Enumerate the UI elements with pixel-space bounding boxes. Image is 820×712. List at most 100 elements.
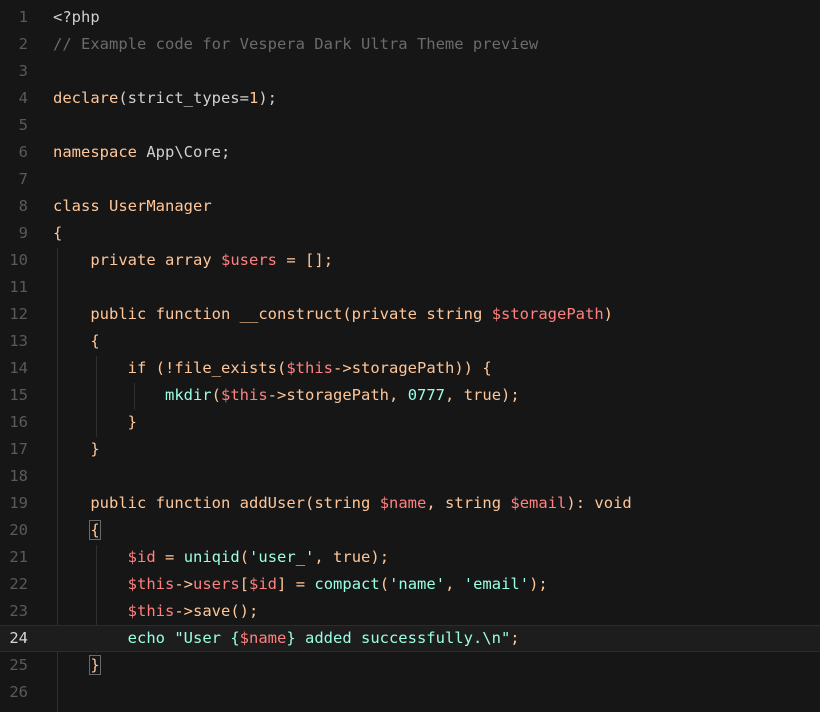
code-token: ); <box>370 548 390 566</box>
code-text: { <box>53 220 62 247</box>
code-token: $users <box>221 251 278 269</box>
code-line[interactable]: 24 echo "User {$name} added successfully… <box>0 625 820 652</box>
code-line[interactable]: 14 if (!file_exists($this->storagePath))… <box>0 355 820 382</box>
code-text: public function __construct(private stri… <box>53 301 613 328</box>
line-number: 23 <box>9 602 28 620</box>
code-token: [ <box>239 575 250 593</box>
line-number: 22 <box>9 575 28 593</box>
line-number: 7 <box>18 170 28 188</box>
code-line[interactable]: 13 { <box>0 328 820 355</box>
code-text: <?php <box>53 4 100 31</box>
code-line[interactable]: 26 <box>0 679 820 706</box>
code-line[interactable]: 16 } <box>0 409 820 436</box>
code-line[interactable]: 2 // Example code for Vespera Dark Ultra … <box>0 31 820 58</box>
code-token: true <box>463 386 502 404</box>
code-line[interactable]: 11 <box>0 274 820 301</box>
line-number: 5 <box>18 116 28 134</box>
code-token: mkdir <box>164 386 212 404</box>
code-line[interactable]: 5 <box>0 112 820 139</box>
code-token: "User { <box>174 629 240 647</box>
line-number: 13 <box>9 332 28 350</box>
code-text: mkdir($this->storagePath, 0777, true); <box>53 382 520 409</box>
code-token: __construct <box>239 305 343 323</box>
code-token: } <box>89 655 101 675</box>
code-token: ; <box>510 629 520 647</box>
code-text: private array $users = []; <box>53 247 333 274</box>
line-number: 2 <box>18 35 28 53</box>
code-line[interactable]: 20 { <box>0 517 820 544</box>
line-number: 21 <box>9 548 28 566</box>
code-line[interactable]: 6 namespace App\Core; <box>0 139 820 166</box>
code-token: string <box>445 494 502 512</box>
code-line[interactable]: 12 public function __construct(private s… <box>0 301 820 328</box>
code-line[interactable]: 15 mkdir($this->storagePath, 0777, true)… <box>0 382 820 409</box>
line-number: 16 <box>9 413 28 431</box>
code-token: string <box>314 494 371 512</box>
code-text: $this->save(); <box>53 598 259 625</box>
code-line[interactable]: 18 <box>0 463 820 490</box>
line-number: 9 <box>18 224 28 242</box>
code-token: , <box>389 386 399 404</box>
code-token: { <box>53 224 63 242</box>
line-number: 4 <box>18 89 28 107</box>
code-token: ( <box>342 305 352 323</box>
code-token: declare <box>53 89 119 107</box>
code-line[interactable]: 4 declare(strict_types=1); <box>0 85 820 112</box>
code-token: } <box>90 440 100 458</box>
code-token: <?php <box>53 8 100 26</box>
code-text: declare(strict_types=1); <box>53 85 277 112</box>
code-token: { <box>482 359 492 377</box>
code-line[interactable]: 17 } <box>0 436 820 463</box>
code-token: ( <box>239 548 250 566</box>
code-line[interactable]: 3 <box>0 58 820 85</box>
code-line[interactable]: 8 class UserManager <box>0 193 820 220</box>
code-token: ) <box>603 305 614 323</box>
line-number: 10 <box>9 251 28 269</box>
code-token: (); <box>230 602 259 620</box>
code-token: $this <box>127 575 175 593</box>
code-token: ( <box>211 386 221 404</box>
code-token: $name <box>379 494 427 512</box>
code-line[interactable]: 22 $this->users[$id] = compact('name', '… <box>0 571 820 598</box>
code-editor[interactable]: 1 <?php 2 // Example code for Vespera Dark … <box>0 0 820 712</box>
code-token: (! <box>155 359 175 377</box>
code-text: class UserManager <box>53 193 212 220</box>
code-line[interactable]: 23 $this->save(); <box>0 598 820 625</box>
code-text: namespace App\Core; <box>53 139 230 166</box>
code-line[interactable]: 7 <box>0 166 820 193</box>
code-token: function <box>155 305 231 323</box>
code-line[interactable]: 19 public function addUser(string $name,… <box>0 490 820 517</box>
code-token: { <box>90 332 100 350</box>
line-number: 6 <box>18 143 28 161</box>
code-line[interactable]: 10 private array $users = []; <box>0 247 820 274</box>
code-token: $this <box>127 602 175 620</box>
code-token: true <box>333 548 371 566</box>
code-token: uniqid <box>183 548 240 566</box>
code-token: ( <box>379 575 390 593</box>
code-line[interactable]: 21 $id = uniqid('user_', true); <box>0 544 820 571</box>
code-token: $storagePath <box>491 305 604 323</box>
code-token: private <box>90 251 156 269</box>
code-text: $this->users[$id] = compact('name', 'ema… <box>53 571 548 598</box>
code-line[interactable]: 25 } <box>0 652 820 679</box>
line-number: 24 <box>9 629 28 647</box>
code-line[interactable]: 9{ <box>0 220 820 247</box>
code-line[interactable]: 1 <?php <box>0 4 820 31</box>
